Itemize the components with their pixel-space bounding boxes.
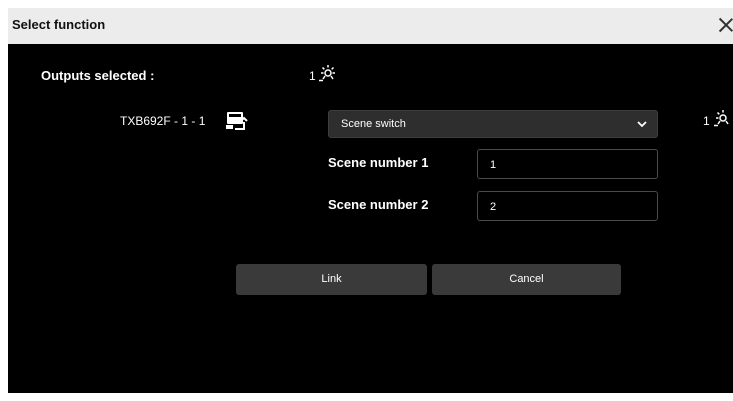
cancel-button[interactable]: Cancel	[432, 264, 621, 295]
title-bar: Select function	[8, 8, 733, 44]
function-select-value: Scene switch	[341, 118, 406, 130]
function-select[interactable]: Scene switch	[328, 110, 658, 138]
device-icon	[226, 112, 248, 130]
select-function-dialog: Select function Outputs selected : 1 TXB…	[8, 8, 733, 393]
chevron-down-icon	[637, 121, 647, 128]
scene-number-1-label: Scene number 1	[328, 155, 429, 170]
scene-number-2-input[interactable]: 2	[477, 191, 658, 221]
light-icon	[714, 110, 729, 127]
scene-number-2-label: Scene number 2	[328, 197, 429, 212]
scene-number-1-input[interactable]: 1	[477, 149, 658, 179]
close-icon[interactable]	[715, 14, 733, 36]
right-output-count: 1	[703, 114, 710, 128]
link-button[interactable]: Link	[236, 264, 427, 295]
dialog-title: Select function	[12, 17, 106, 32]
light-icon	[319, 65, 335, 82]
outputs-selected-label: Outputs selected :	[41, 68, 155, 83]
outputs-selected-count: 1	[309, 69, 316, 83]
device-name: TXB692F - 1 - 1	[120, 114, 206, 128]
